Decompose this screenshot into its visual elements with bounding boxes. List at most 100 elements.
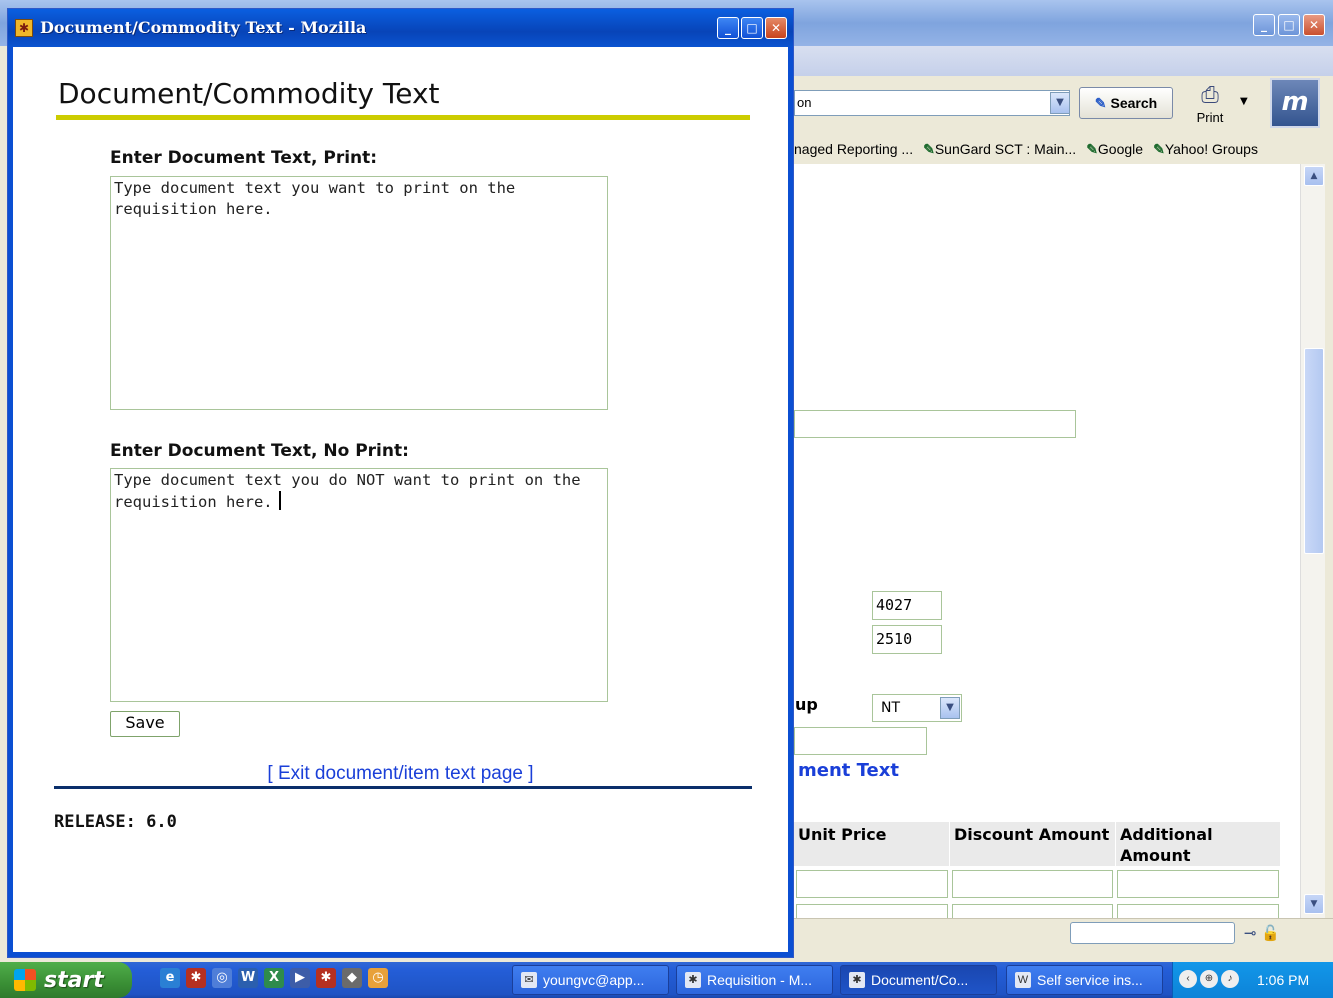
utility-icon[interactable]: ◆ — [342, 968, 362, 988]
word-icon[interactable]: W — [238, 968, 258, 988]
start-button[interactable]: start — [0, 962, 132, 998]
excel-icon[interactable]: X — [264, 968, 284, 988]
taskbar: start e ✱ ◎ W X ▶ ✱ ◆ ◷ ✉ youngvc@app... … — [0, 962, 1333, 998]
mozilla-icon: ✱ — [849, 972, 865, 988]
popup-title-bar[interactable]: ✱ Document/Commodity Text - Mozilla _ □ … — [8, 9, 793, 47]
bookmark-icon: ✎ — [923, 140, 935, 157]
vertical-scrollbar[interactable]: ▲ ▼ — [1300, 164, 1325, 918]
menu-strip — [794, 46, 1333, 76]
table-cell-input[interactable] — [1117, 904, 1279, 918]
minimize-icon[interactable]: _ — [1253, 14, 1275, 36]
print-button[interactable]: ⎙ Print — [1188, 80, 1232, 128]
heading-divider — [56, 115, 750, 120]
exit-text-page-link[interactable]: [ Exit document/item text page ] — [8, 763, 793, 785]
mozilla-app-icon: ✱ — [15, 19, 33, 37]
print-button-label: Print — [1196, 110, 1224, 125]
table-cell-input[interactable] — [796, 904, 948, 918]
text-input[interactable] — [794, 727, 927, 755]
window-frame — [788, 47, 793, 957]
select-dropdown-icon[interactable]: ▼ — [940, 697, 960, 719]
taskbar-item-label: youngvc@app... — [543, 972, 645, 988]
field-input[interactable]: 2510 — [872, 625, 942, 654]
mozilla-icon[interactable]: ✱ — [186, 968, 206, 988]
close-icon[interactable]: ✕ — [1303, 14, 1325, 36]
taskbar-item-label: Document/Co... — [871, 972, 969, 988]
bookmark-item[interactable]: ✎SunGard SCT : Main... — [923, 141, 1076, 158]
release-version: RELEASE: 6.0 — [54, 812, 177, 832]
select-label: up — [795, 695, 818, 714]
media-player-icon[interactable]: ▶ — [290, 968, 310, 988]
search-button[interactable]: ✎ Search — [1079, 87, 1173, 119]
table-cell-input[interactable] — [952, 904, 1113, 918]
minimize-icon[interactable]: _ — [717, 17, 739, 39]
taskbar-item[interactable]: ✉ youngvc@app... — [512, 965, 669, 995]
taskbar-item-active[interactable]: ✱ Document/Co... — [840, 965, 997, 995]
app-icon: ✉ — [521, 972, 537, 988]
printer-icon: ⎙ — [1201, 82, 1219, 107]
quick-launch: e ✱ ◎ W X ▶ ✱ ◆ ◷ — [160, 968, 388, 988]
text-caret — [278, 491, 281, 510]
scroll-thumb[interactable] — [1304, 348, 1324, 554]
table-cell-input[interactable] — [952, 870, 1113, 898]
noprint-text-label: Enter Document Text, No Print: — [110, 441, 409, 461]
word-icon: W — [1015, 972, 1031, 988]
table-cell-input[interactable] — [796, 870, 948, 898]
footer-divider — [54, 786, 752, 789]
window-frame — [8, 47, 13, 957]
table-header: Additional Amount — [1116, 822, 1280, 866]
scroll-down-icon[interactable]: ▼ — [1304, 894, 1324, 914]
bookmarks-bar: naged Reporting ... ✎SunGard SCT : Main.… — [794, 134, 1314, 164]
document-text-link[interactable]: ment Text — [798, 760, 899, 781]
noprint-text-area[interactable]: Type document text you do NOT want to pr… — [110, 468, 608, 702]
print-text-label: Enter Document Text, Print: — [110, 148, 378, 168]
mozilla-mail-icon[interactable]: ✱ — [316, 968, 336, 988]
start-label: start — [44, 967, 104, 993]
print-dropdown-icon[interactable]: ▼ — [1240, 96, 1248, 107]
windows-logo-icon — [14, 969, 36, 991]
table-header: Unit Price — [794, 822, 949, 866]
maximize-icon[interactable]: □ — [1278, 14, 1300, 36]
status-progress-field — [1070, 922, 1235, 944]
clock[interactable]: 1:06 PM — [1257, 972, 1309, 988]
bookmark-icon: ✎ — [1153, 140, 1165, 157]
bookmark-label: SunGard SCT : Main... — [934, 140, 1077, 157]
field-input[interactable]: 4027 — [872, 591, 942, 620]
text-input[interactable] — [794, 410, 1076, 438]
network-icon[interactable]: ⊕ — [1200, 970, 1218, 988]
page-title: Document/Commodity Text — [58, 77, 440, 110]
bookmark-label: Google — [1097, 140, 1144, 157]
document-text-popup-window: ✱ Document/Commodity Text - Mozilla _ □ … — [7, 8, 794, 958]
noprint-text-value: Type document text you do NOT want to pr… — [114, 471, 590, 511]
background-page-content — [794, 164, 1300, 918]
clock-app-icon[interactable]: ◷ — [368, 968, 388, 988]
window-frame — [8, 952, 793, 957]
scroll-up-icon[interactable]: ▲ — [1304, 166, 1324, 186]
print-text-area[interactable]: Type document text you want to print on … — [110, 176, 608, 410]
search-icon: ✎ — [1094, 94, 1107, 111]
tray-arrow-icon[interactable]: ‹ — [1179, 970, 1197, 988]
url-field[interactable]: on — [794, 90, 1070, 116]
ie-icon[interactable]: e — [160, 968, 180, 988]
bookmark-label: Yahoo! Groups — [1164, 140, 1258, 157]
table-cell-input[interactable] — [1117, 870, 1279, 898]
browser-shortcut-icon[interactable]: ◎ — [212, 968, 232, 988]
maximize-icon[interactable]: □ — [741, 17, 763, 39]
bookmark-item[interactable]: ✎Yahoo! Groups — [1153, 141, 1258, 158]
close-icon[interactable]: ✕ — [765, 17, 787, 39]
url-dropdown-icon[interactable]: ▼ — [1050, 92, 1070, 114]
popup-window-title: Document/Commodity Text - Mozilla — [40, 18, 367, 37]
bookmark-item[interactable]: ✎Google — [1086, 141, 1143, 158]
taskbar-item-label: Requisition - M... — [707, 972, 813, 988]
volume-icon[interactable]: ♪ — [1221, 970, 1239, 988]
connection-lock-icon: ⊸ 🔓 — [1244, 924, 1281, 942]
taskbar-item-label: Self service ins... — [1037, 972, 1143, 988]
bookmark-icon: ✎ — [1086, 140, 1098, 157]
taskbar-item[interactable]: ✱ Requisition - M... — [676, 965, 833, 995]
browser-logo: m — [1270, 78, 1320, 128]
mozilla-icon: ✱ — [685, 972, 701, 988]
bookmark-item[interactable]: naged Reporting ... — [794, 141, 913, 157]
table-header: Discount Amount — [950, 822, 1115, 866]
taskbar-item[interactable]: W Self service ins... — [1006, 965, 1163, 995]
search-button-label: Search — [1110, 95, 1158, 111]
save-button[interactable]: Save — [110, 711, 180, 737]
